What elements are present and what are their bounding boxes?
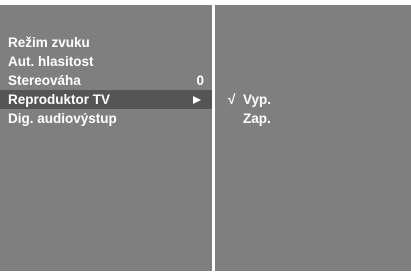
menu-item-label: Reproduktor TV [8,92,111,107]
menu-item-reproduktor-tv[interactable]: Reproduktor TV [0,90,212,109]
menu-item-dig-audiovystup[interactable]: Dig. audiovýstup [0,109,212,128]
option-vyp[interactable]: √ Vyp. [215,90,411,109]
option-zap[interactable]: Zap. [215,109,411,128]
option-label: Zap. [243,111,271,126]
menu-item-label: Režim zvuku [8,35,90,50]
stereovaha-value: 0 [196,73,204,88]
options-panel [215,5,411,271]
check-icon: √ [228,92,236,107]
submenu-arrow-icon [193,96,201,104]
menu-item-label: Aut. hlasitost [8,54,94,69]
tv-osd-screen: Režim zvuku Aut. hlasitost Stereováha 0 … [0,0,411,279]
menu-item-label: Stereováha [8,73,81,88]
menu-item-rezim-zvuku[interactable]: Režim zvuku [0,33,212,52]
option-label: Vyp. [243,92,272,107]
menu-item-label: Dig. audiovýstup [8,111,117,126]
menu-item-stereovaha[interactable]: Stereováha 0 [0,71,212,90]
menu-item-aut-hlasitost[interactable]: Aut. hlasitost [0,52,212,71]
